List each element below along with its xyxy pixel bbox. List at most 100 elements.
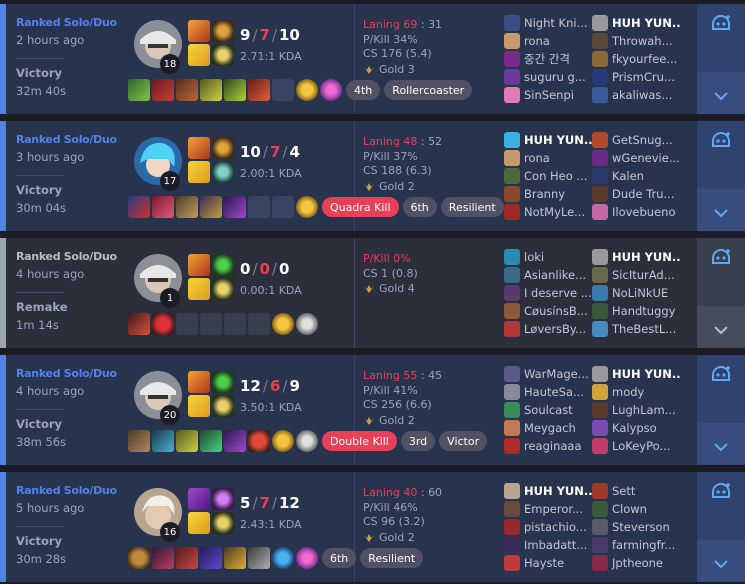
- item-icon[interactable]: [224, 196, 246, 218]
- player-row[interactable]: Night Kni...: [504, 14, 592, 32]
- ai-simulation-icon[interactable]: [709, 363, 733, 387]
- secondary-rune-icon[interactable]: [212, 395, 234, 417]
- item-icon[interactable]: [224, 547, 246, 569]
- item-icon[interactable]: [176, 79, 198, 101]
- ignite-spell-icon[interactable]: [188, 137, 210, 159]
- player-row[interactable]: Clown: [592, 500, 680, 518]
- secondary-rune-icon[interactable]: [212, 278, 234, 300]
- player-row-self[interactable]: HUH YUN...: [592, 365, 680, 383]
- player-row[interactable]: NoLiNkUE: [592, 284, 680, 302]
- flash-spell-icon[interactable]: [188, 395, 210, 417]
- player-row-self[interactable]: HUH YUN...: [592, 248, 680, 266]
- match-card[interactable]: Ranked Solo/Duo 4 hours ago Victory 38m …: [0, 355, 745, 465]
- keystone-rune-icon[interactable]: [212, 371, 234, 393]
- match-card[interactable]: Ranked Solo/Duo 4 hours ago Remake 1m 14…: [0, 238, 745, 348]
- player-row[interactable]: Handtuggy: [592, 302, 680, 320]
- player-row[interactable]: Hayste: [504, 554, 592, 572]
- item-icon[interactable]: [176, 547, 198, 569]
- trinket-icon[interactable]: [272, 430, 294, 452]
- expand-button[interactable]: [697, 306, 745, 348]
- item-icon[interactable]: [200, 547, 222, 569]
- player-row[interactable]: 중간 간격: [504, 50, 592, 68]
- player-row[interactable]: SicIturAd...: [592, 266, 680, 284]
- role-icon[interactable]: [296, 430, 318, 452]
- player-row[interactable]: Meygach: [504, 419, 592, 437]
- flash-spell-icon[interactable]: [188, 512, 210, 534]
- expand-button[interactable]: [697, 423, 745, 465]
- trinket-icon[interactable]: [296, 196, 318, 218]
- ignite-spell-icon[interactable]: [188, 371, 210, 393]
- ai-simulation-icon[interactable]: [709, 129, 733, 153]
- player-row[interactable]: farmingfr...: [592, 536, 680, 554]
- player-row[interactable]: GetSnug...: [592, 131, 680, 149]
- secondary-rune-icon[interactable]: [212, 512, 234, 534]
- item-icon[interactable]: [152, 313, 174, 335]
- player-row[interactable]: CøusínsB...: [504, 302, 592, 320]
- player-row-self[interactable]: HUH YUN...: [504, 131, 592, 149]
- player-row[interactable]: reaginaaa: [504, 437, 592, 455]
- player-row[interactable]: pistachio...: [504, 518, 592, 536]
- role-icon[interactable]: [296, 313, 318, 335]
- player-row[interactable]: fkyourfee...: [592, 50, 680, 68]
- player-row[interactable]: Emperor...: [504, 500, 592, 518]
- player-row[interactable]: rona: [504, 149, 592, 167]
- player-row[interactable]: LughLam...: [592, 401, 680, 419]
- player-row[interactable]: HauteSa...: [504, 383, 592, 401]
- expand-button[interactable]: [697, 540, 745, 582]
- player-row-self[interactable]: HUH YUN...: [504, 482, 592, 500]
- player-row[interactable]: Con Heo ...: [504, 167, 592, 185]
- player-row[interactable]: Kalen: [592, 167, 680, 185]
- player-row[interactable]: suguru g...: [504, 68, 592, 86]
- ignite-spell-icon[interactable]: [188, 20, 210, 42]
- player-row[interactable]: I deserve ...: [504, 284, 592, 302]
- item-icon[interactable]: [152, 196, 174, 218]
- player-row[interactable]: LøversBy...: [504, 320, 592, 338]
- ai-simulation-icon[interactable]: [709, 480, 733, 504]
- match-card[interactable]: Ranked Solo/Duo 3 hours ago Victory 30m …: [0, 121, 745, 231]
- player-row[interactable]: rona: [504, 32, 592, 50]
- player-row[interactable]: mody: [592, 383, 680, 401]
- item-icon[interactable]: [128, 313, 150, 335]
- trinket-icon[interactable]: [272, 547, 294, 569]
- player-row[interactable]: Kalypso: [592, 419, 680, 437]
- item-icon[interactable]: [248, 430, 270, 452]
- keystone-rune-icon[interactable]: [212, 254, 234, 276]
- player-row[interactable]: Steverson: [592, 518, 680, 536]
- keystone-rune-icon[interactable]: [212, 20, 234, 42]
- player-row[interactable]: akaliwas...: [592, 86, 680, 104]
- player-row-self[interactable]: HUH YUN...: [592, 14, 680, 32]
- ignite-spell-icon[interactable]: [188, 254, 210, 276]
- flash-spell-icon[interactable]: [188, 44, 210, 66]
- item-icon[interactable]: [176, 430, 198, 452]
- secondary-rune-icon[interactable]: [212, 161, 234, 183]
- player-row[interactable]: Asianlike...: [504, 266, 592, 284]
- player-row[interactable]: wGenevie...: [592, 149, 680, 167]
- flash-spell-icon[interactable]: [188, 161, 210, 183]
- player-row[interactable]: LoKeyPo...: [592, 437, 680, 455]
- item-icon[interactable]: [152, 430, 174, 452]
- player-row[interactable]: Imbadatt...: [504, 536, 592, 554]
- control-ward-icon[interactable]: [296, 547, 318, 569]
- trinket-icon[interactable]: [272, 313, 294, 335]
- player-row[interactable]: Jptheone: [592, 554, 680, 572]
- teleport-spell-icon[interactable]: [188, 488, 210, 510]
- ai-simulation-icon[interactable]: [709, 246, 733, 270]
- item-icon[interactable]: [200, 430, 222, 452]
- item-icon[interactable]: [152, 79, 174, 101]
- player-row[interactable]: NotMyLe...: [504, 203, 592, 221]
- player-row[interactable]: Ilovebueno: [592, 203, 680, 221]
- item-icon[interactable]: [152, 547, 174, 569]
- player-row[interactable]: Dude Tru...: [592, 185, 680, 203]
- trinket-icon[interactable]: [296, 79, 318, 101]
- item-icon[interactable]: [200, 196, 222, 218]
- item-icon[interactable]: [128, 430, 150, 452]
- player-row[interactable]: TheBestL...: [592, 320, 680, 338]
- secondary-rune-icon[interactable]: [212, 44, 234, 66]
- item-icon[interactable]: [128, 79, 150, 101]
- player-row[interactable]: PrismCru...: [592, 68, 680, 86]
- player-row[interactable]: Sett: [592, 482, 680, 500]
- match-card[interactable]: Ranked Solo/Duo 2 hours ago Victory 32m …: [0, 4, 745, 114]
- expand-button[interactable]: [697, 72, 745, 114]
- item-icon[interactable]: [224, 430, 246, 452]
- item-icon[interactable]: [248, 547, 270, 569]
